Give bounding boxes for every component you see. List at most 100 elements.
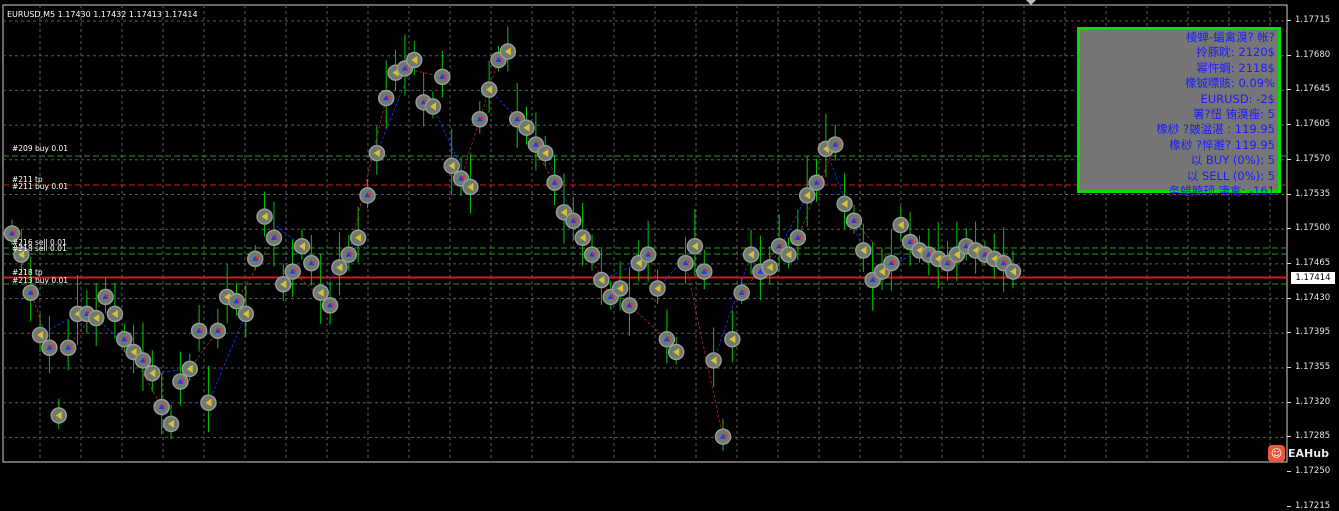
price-scale[interactable]: 1.17715 1.17680 1.17645 1.17605 1.17570 1.175… bbox=[1287, 6, 1339, 511]
info-line: 橡铖嘌赅: 0.09% bbox=[1184, 76, 1275, 91]
entry-dot bbox=[517, 116, 521, 120]
entry-dot bbox=[293, 269, 297, 273]
symbol-info-label: EURUSD,M5 1.17430 1.17432 1.17413 1.1741… bbox=[7, 10, 198, 19]
eahub-watermark: ☺ EAHub bbox=[1268, 444, 1329, 462]
eahub-text: EAHub bbox=[1288, 446, 1329, 460]
price-tick-text: 1.17320 bbox=[1295, 396, 1331, 407]
price-tick-mark bbox=[1287, 367, 1291, 368]
price-tick-mark bbox=[1287, 332, 1291, 334]
info-line: 以 BUY (0%): 5 bbox=[1190, 153, 1275, 168]
price-tick-mark bbox=[1287, 297, 1291, 299]
entry-dot bbox=[891, 260, 895, 264]
entry-dot bbox=[106, 294, 110, 298]
entry-dot bbox=[573, 218, 577, 222]
entry-dot bbox=[723, 434, 727, 438]
price-tick-text: 1.17645 bbox=[1295, 84, 1331, 95]
entry-dot bbox=[124, 336, 128, 340]
price-tick-text: 1.17500 bbox=[1295, 223, 1331, 234]
price-tick-mark bbox=[1287, 436, 1291, 438]
entry-dot bbox=[180, 379, 184, 383]
info-line: 幂忤蜩: 2118$ bbox=[1196, 60, 1275, 75]
price-tick-text: 1.17570 bbox=[1295, 153, 1331, 164]
entry-dot bbox=[835, 142, 839, 146]
entry-dot bbox=[854, 218, 858, 222]
entry-dot bbox=[237, 298, 241, 302]
entry-dot bbox=[873, 277, 877, 281]
price-tick-mark bbox=[1287, 158, 1291, 160]
entry-dot bbox=[779, 243, 783, 247]
entry-dot bbox=[629, 302, 633, 306]
price-tick-mark bbox=[1287, 505, 1291, 507]
order-label: #213 buy 0.01 bbox=[12, 276, 69, 285]
account-info-panel: 棱蝉-蝠禽溴? 帐? 拎豚眈: 2120$ 幂忤蜩: 2118$ 橡铖嘌赅: 0… bbox=[1077, 27, 1281, 198]
entry-dot bbox=[442, 74, 446, 78]
entry-dot bbox=[817, 180, 821, 184]
entry-dot bbox=[742, 290, 746, 294]
entry-dot bbox=[592, 252, 596, 256]
price-tick-text: 1.17395 bbox=[1295, 327, 1331, 338]
entry-dot bbox=[199, 328, 203, 332]
price-tick-text: 1.17465 bbox=[1295, 257, 1331, 268]
price-tick-text: 1.17430 bbox=[1295, 292, 1331, 303]
entry-dot bbox=[255, 256, 259, 260]
price-tick-text: 1.17715 bbox=[1295, 15, 1331, 25]
price-tick-mark bbox=[1287, 124, 1291, 126]
price-tick-mark bbox=[1287, 471, 1291, 473]
price-tick-text: 1.17285 bbox=[1295, 431, 1331, 442]
entry-dot bbox=[405, 65, 409, 69]
order-label: #218 sell 0.01 bbox=[12, 244, 67, 253]
entry-dot bbox=[798, 235, 802, 239]
entry-dot bbox=[274, 235, 278, 239]
entry-dot bbox=[498, 57, 502, 61]
price-tick-mark bbox=[1287, 20, 1291, 21]
entry-dot bbox=[611, 294, 615, 298]
eahub-logo-icon: ☺ bbox=[1268, 444, 1285, 462]
price-tick-text: 1.17680 bbox=[1295, 49, 1331, 60]
chart-window[interactable]: EURUSD,M5 1.17430 1.17432 1.17413 1.1741… bbox=[0, 0, 1339, 511]
entry-dot bbox=[12, 231, 16, 234]
current-price-label: 1.17414 bbox=[1291, 272, 1335, 284]
entry-dot bbox=[704, 269, 708, 273]
entry-dot bbox=[461, 175, 465, 179]
entry-dot bbox=[143, 357, 147, 361]
entry-dot bbox=[536, 142, 540, 146]
price-tick-mark bbox=[1287, 262, 1291, 264]
info-line: 棱蝉-蝠禽溴? 帐? bbox=[1185, 30, 1275, 44]
entry-dot bbox=[1004, 260, 1008, 264]
price-tick-text: 1.17355 bbox=[1295, 362, 1331, 372]
entry-dot bbox=[648, 252, 652, 256]
entry-dot bbox=[555, 180, 559, 184]
order-label: #211 buy 0.01 bbox=[12, 182, 69, 191]
entry-dot bbox=[386, 95, 390, 99]
entry-dot bbox=[349, 252, 353, 256]
entry-dot bbox=[667, 336, 671, 340]
price-tick-text: 1.17605 bbox=[1295, 119, 1331, 130]
info-line: 务蜡腩顸 凄禽: -161 bbox=[1168, 184, 1275, 199]
entry-dot bbox=[367, 192, 371, 196]
price-tick-mark bbox=[1287, 193, 1291, 195]
entry-dot bbox=[218, 328, 222, 332]
entry-dot bbox=[311, 260, 315, 264]
chart-shift-marker[interactable] bbox=[1026, 0, 1036, 5]
entry-dot bbox=[480, 116, 484, 120]
entry-dot bbox=[948, 260, 952, 264]
price-tick-mark bbox=[1287, 228, 1291, 230]
price-tick-mark bbox=[1287, 89, 1291, 91]
entry-dot bbox=[31, 290, 35, 294]
info-line: 橡桫 ?悴邂? 119.95 bbox=[1169, 137, 1275, 152]
entry-dot bbox=[49, 345, 53, 349]
entry-dot bbox=[686, 260, 690, 264]
info-line: EURUSD: -2$ bbox=[1200, 91, 1275, 106]
entry-dot bbox=[330, 302, 334, 306]
entry-dot bbox=[162, 404, 166, 408]
price-tick-mark bbox=[1287, 54, 1291, 56]
price-tick-text: 1.17535 bbox=[1295, 188, 1331, 199]
info-line: 橡桫 ?皴湓湛 : 119.95 bbox=[1156, 122, 1275, 137]
info-line: 拎豚眈: 2120$ bbox=[1196, 45, 1275, 60]
info-line: 以 SELL (0%): 5 bbox=[1186, 168, 1275, 183]
info-line: 署?忸 铕溴痤: 5 bbox=[1192, 107, 1275, 122]
order-label: #209 buy 0.01 bbox=[12, 144, 69, 153]
price-tick-text: 1.17215 bbox=[1295, 500, 1331, 511]
entry-dot bbox=[910, 239, 914, 243]
price-tick-mark bbox=[1287, 401, 1291, 403]
